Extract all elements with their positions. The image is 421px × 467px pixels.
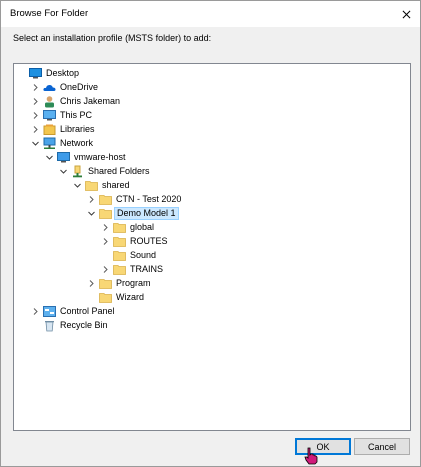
user-icon bbox=[43, 95, 56, 108]
instruction-text: Select an installation profile (MSTS fol… bbox=[13, 33, 212, 43]
chevron-down-icon[interactable] bbox=[88, 210, 95, 217]
libraries-icon bbox=[43, 123, 56, 136]
chevron-right-icon[interactable] bbox=[32, 308, 39, 315]
folder-icon bbox=[85, 179, 98, 192]
folder-icon bbox=[113, 221, 126, 234]
chevron-down-icon[interactable] bbox=[60, 168, 67, 175]
recycle-bin-icon bbox=[43, 319, 56, 332]
chevron-down-icon[interactable] bbox=[74, 182, 81, 189]
this-pc-icon bbox=[43, 109, 56, 122]
tree-item-label: TRAINS bbox=[130, 264, 164, 274]
close-icon[interactable] bbox=[396, 4, 416, 24]
folder-icon bbox=[113, 263, 126, 276]
folder-icon bbox=[99, 277, 112, 290]
chevron-right-icon[interactable] bbox=[32, 98, 39, 105]
tree-item-label: Demo Model 1 bbox=[114, 207, 179, 220]
tree-item-label: shared bbox=[102, 180, 130, 190]
window-title: Browse For Folder bbox=[10, 8, 89, 19]
chevron-right-icon[interactable] bbox=[32, 84, 39, 91]
control-panel-icon bbox=[43, 305, 56, 318]
title-bar[interactable]: Browse For Folder bbox=[1, 1, 420, 27]
browse-for-folder-dialog: Browse For Folder Select an installation… bbox=[0, 0, 421, 467]
tree-item-label: Shared Folders bbox=[88, 166, 150, 176]
network-icon bbox=[43, 137, 56, 150]
chevron-down-icon[interactable] bbox=[46, 154, 53, 161]
tree-item-label: OneDrive bbox=[60, 82, 99, 92]
tree-item-label: vmware-host bbox=[74, 152, 126, 162]
tree-item-label: Program bbox=[116, 278, 151, 288]
folder-icon bbox=[113, 249, 126, 262]
tree-item-label: CTN - Test 2020 bbox=[116, 194, 182, 204]
tree-item-label: global bbox=[130, 222, 155, 232]
chevron-right-icon[interactable] bbox=[102, 224, 109, 231]
onedrive-icon bbox=[43, 81, 56, 94]
tree-item-label: Recycle Bin bbox=[60, 320, 108, 330]
chevron-right-icon[interactable] bbox=[102, 266, 109, 273]
tree-item-label: Sound bbox=[130, 250, 157, 260]
folder-icon bbox=[99, 291, 112, 304]
folder-icon bbox=[113, 235, 126, 248]
folder-icon bbox=[99, 207, 112, 220]
chevron-down-icon[interactable] bbox=[32, 140, 39, 147]
computer-icon bbox=[57, 151, 70, 164]
share-icon bbox=[71, 165, 84, 178]
chevron-right-icon[interactable] bbox=[88, 196, 95, 203]
cancel-button[interactable]: Cancel bbox=[354, 438, 410, 455]
folder-icon bbox=[99, 193, 112, 206]
chevron-right-icon[interactable] bbox=[88, 280, 95, 287]
folder-tree[interactable]: Desktop OneDrive Chris Jakeman This PC Libra… bbox=[13, 63, 411, 431]
tree-item-label: Chris Jakeman bbox=[60, 96, 121, 106]
tree-item-label: ROUTES bbox=[130, 236, 168, 246]
tree-item-label: Control Panel bbox=[60, 306, 115, 316]
tree-item-label: Desktop bbox=[46, 68, 80, 78]
chevron-right-icon[interactable] bbox=[102, 238, 109, 245]
desktop-icon bbox=[29, 67, 42, 80]
chevron-right-icon[interactable] bbox=[32, 112, 39, 119]
tree-item-label: Libraries bbox=[60, 124, 95, 134]
tree-item-label: Wizard bbox=[116, 292, 145, 302]
tree-item-label: This PC bbox=[60, 110, 93, 120]
chevron-right-icon[interactable] bbox=[32, 126, 39, 133]
tree-item-label: Network bbox=[60, 138, 94, 148]
hand-cursor-icon bbox=[304, 447, 318, 465]
